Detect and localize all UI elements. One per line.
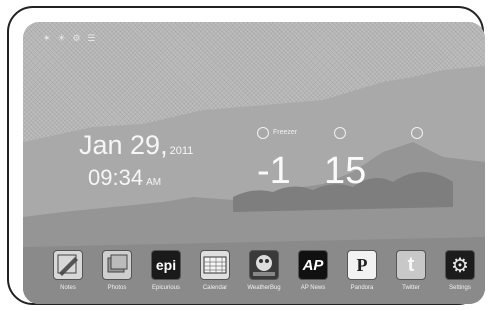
- drop-icon: [334, 127, 346, 139]
- ampm-text: AM: [146, 177, 162, 188]
- date-display: Jan 29, 2011: [79, 130, 193, 161]
- calendar-label: Calendar: [202, 285, 228, 291]
- epicurious-icon: epi: [155, 257, 177, 273]
- settings-label: Settings: [449, 285, 471, 291]
- pandora-label: Pandora: [350, 285, 374, 291]
- photos-label: Photos: [107, 285, 127, 291]
- home-icon: [411, 127, 423, 139]
- notes-label: Notes: [60, 285, 76, 291]
- settings-app-icon[interactable]: ⚙: [445, 250, 475, 280]
- weatherbug-label: WeatherBug: [247, 285, 281, 291]
- date-text: Jan 29,: [79, 130, 168, 160]
- notes-app-icon[interactable]: [53, 250, 83, 280]
- date-year: 2011: [169, 145, 194, 157]
- freezer-label: Freezer: [273, 129, 298, 136]
- outside-temp: 15: [324, 150, 367, 192]
- epicurious-app-icon[interactable]: epi: [151, 250, 181, 280]
- device-frame: ✶ ☀ ⚙ ☰ Jan 29, 2011 09:34 AM Freezer -1 1…: [7, 6, 485, 305]
- calendar-app-icon[interactable]: [200, 250, 230, 280]
- app-dock: Notes Photos epi Epicurious Calendar Wea…: [43, 250, 475, 298]
- pandora-app-icon[interactable]: P: [347, 250, 377, 280]
- home-screen: ✶ ☀ ⚙ ☰ Jan 29, 2011 09:34 AM Freezer -1 1…: [23, 22, 485, 304]
- twitter-label: Twitter: [402, 285, 420, 291]
- ap-news-app-icon[interactable]: AP: [298, 250, 328, 280]
- epicurious-label: Epicurious: [151, 285, 180, 291]
- pandora-icon: P: [356, 254, 368, 275]
- twitter-icon: t: [407, 253, 415, 276]
- ap-news-label: AP News: [300, 285, 326, 291]
- time-display: 09:34 AM: [88, 165, 161, 191]
- settings-icon: ⚙: [451, 254, 469, 277]
- photos-app-icon[interactable]: [102, 250, 132, 280]
- time-text: 09:34: [88, 165, 144, 190]
- weatherbug-app-icon[interactable]: [249, 250, 279, 280]
- snowflake-icon: [257, 127, 269, 139]
- freezer-temp: -1: [257, 150, 291, 192]
- status-bar: ✶ ☀ ⚙ ☰: [43, 34, 98, 44]
- ap-news-icon: AP: [302, 256, 324, 274]
- twitter-app-icon[interactable]: t: [396, 250, 426, 280]
